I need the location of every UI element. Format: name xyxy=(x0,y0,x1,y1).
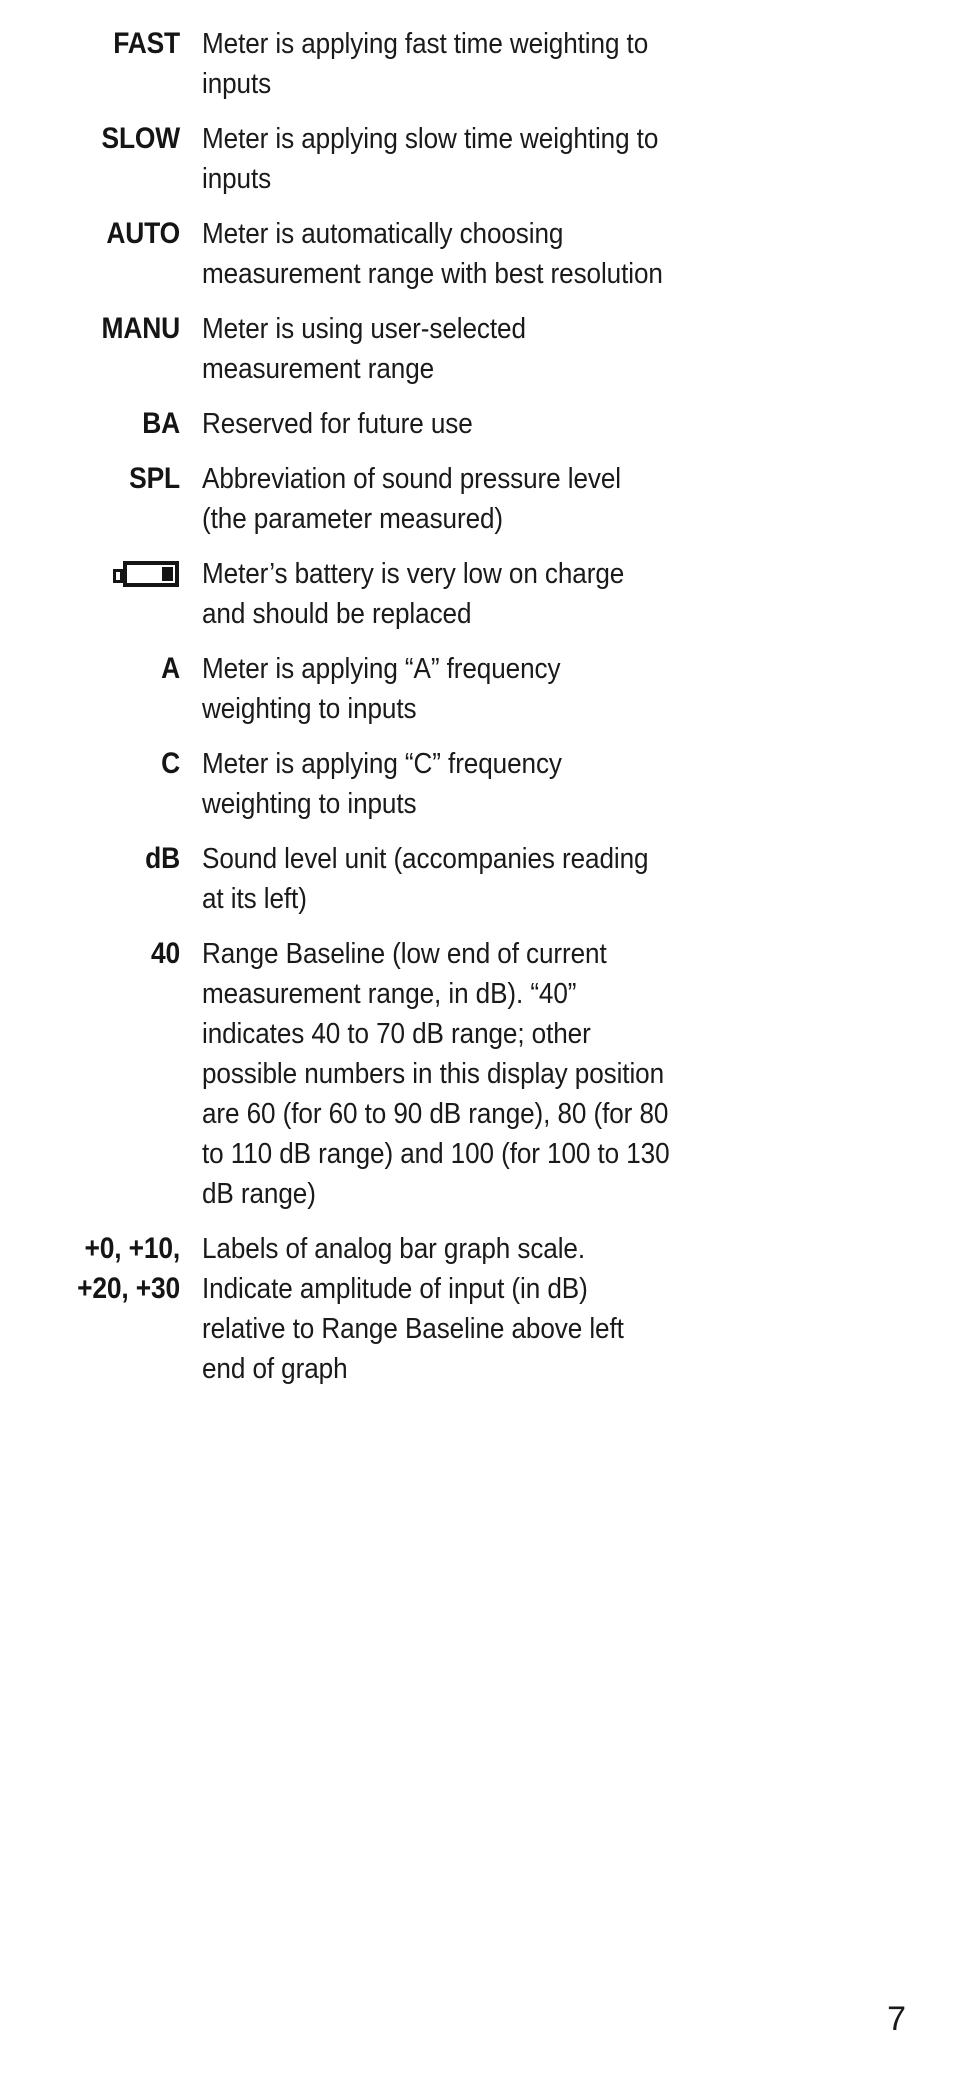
glossary-term: BA xyxy=(142,407,180,440)
glossary-term: AUTO xyxy=(106,217,180,250)
glossary-term-icon xyxy=(0,554,180,594)
glossary-term: FAST xyxy=(113,27,180,60)
glossary-term: dB xyxy=(145,842,180,875)
glossary-description: Meter is automatically choosing measurem… xyxy=(202,218,663,290)
battery-charge-fill xyxy=(162,567,173,581)
glossary-entry: dB Sound level unit (accompanies reading… xyxy=(0,839,954,919)
page-number: 7 xyxy=(887,2000,906,2038)
glossary-entry: Meter’s battery is very low on charge an… xyxy=(0,554,954,634)
glossary-entry: SLOW Meter is applying slow time weighti… xyxy=(0,119,954,199)
glossary-entry: BA Reserved for future use xyxy=(0,404,954,444)
glossary-description: Range Baseline (low end of current measu… xyxy=(202,938,670,1210)
glossary-entry: +0, +10, +20, +30 Labels of analog bar g… xyxy=(0,1229,954,1389)
glossary-description: Meter is applying fast time weighting to… xyxy=(202,28,649,100)
glossary-description: Meter is applying slow time weighting to… xyxy=(202,123,659,195)
glossary-term-line-1: +0, +10, xyxy=(84,1232,181,1265)
glossary-term: 40 xyxy=(150,937,180,970)
glossary-description: Sound level unit (accompanies reading at… xyxy=(202,843,649,915)
manual-page: FAST Meter is applying fast time weighti… xyxy=(0,0,954,2082)
glossary-description: Meter is using user-selected measurement… xyxy=(202,313,526,385)
glossary-entry: A Meter is applying “A” frequency weight… xyxy=(0,649,954,729)
glossary-description: Labels of analog bar graph scale. Indica… xyxy=(202,1233,624,1385)
glossary-term: C xyxy=(161,747,180,780)
glossary-entry: AUTO Meter is automatically choosing mea… xyxy=(0,214,954,294)
battery-terminal xyxy=(113,569,123,583)
glossary-description: Meter’s battery is very low on charge an… xyxy=(202,558,625,630)
glossary-description: Reserved for future use xyxy=(202,408,473,440)
glossary-entry: MANU Meter is using user-selected measur… xyxy=(0,309,954,389)
glossary-entry: C Meter is applying “C” frequency weight… xyxy=(0,744,954,824)
glossary-description: Meter is applying “C” frequency weightin… xyxy=(202,748,562,820)
glossary-entry: FAST Meter is applying fast time weighti… xyxy=(0,24,954,104)
glossary-description: Meter is applying “A” frequency weightin… xyxy=(202,653,561,725)
glossary-entry: SPL Abbreviation of sound pressure level… xyxy=(0,459,954,539)
glossary-list: FAST Meter is applying fast time weighti… xyxy=(0,24,954,1404)
battery-low-icon xyxy=(113,561,179,587)
glossary-description: Abbreviation of sound pressure level (th… xyxy=(202,463,621,535)
glossary-term-line-2: +20, +30 xyxy=(77,1272,180,1305)
glossary-term: SLOW xyxy=(101,122,181,155)
glossary-term: A xyxy=(161,652,180,685)
glossary-term: SPL xyxy=(129,462,180,495)
glossary-term: +0, +10, +20, +30 xyxy=(22,1229,180,1309)
glossary-entry: 40 Range Baseline (low end of current me… xyxy=(0,934,954,1214)
glossary-term: MANU xyxy=(101,312,181,345)
